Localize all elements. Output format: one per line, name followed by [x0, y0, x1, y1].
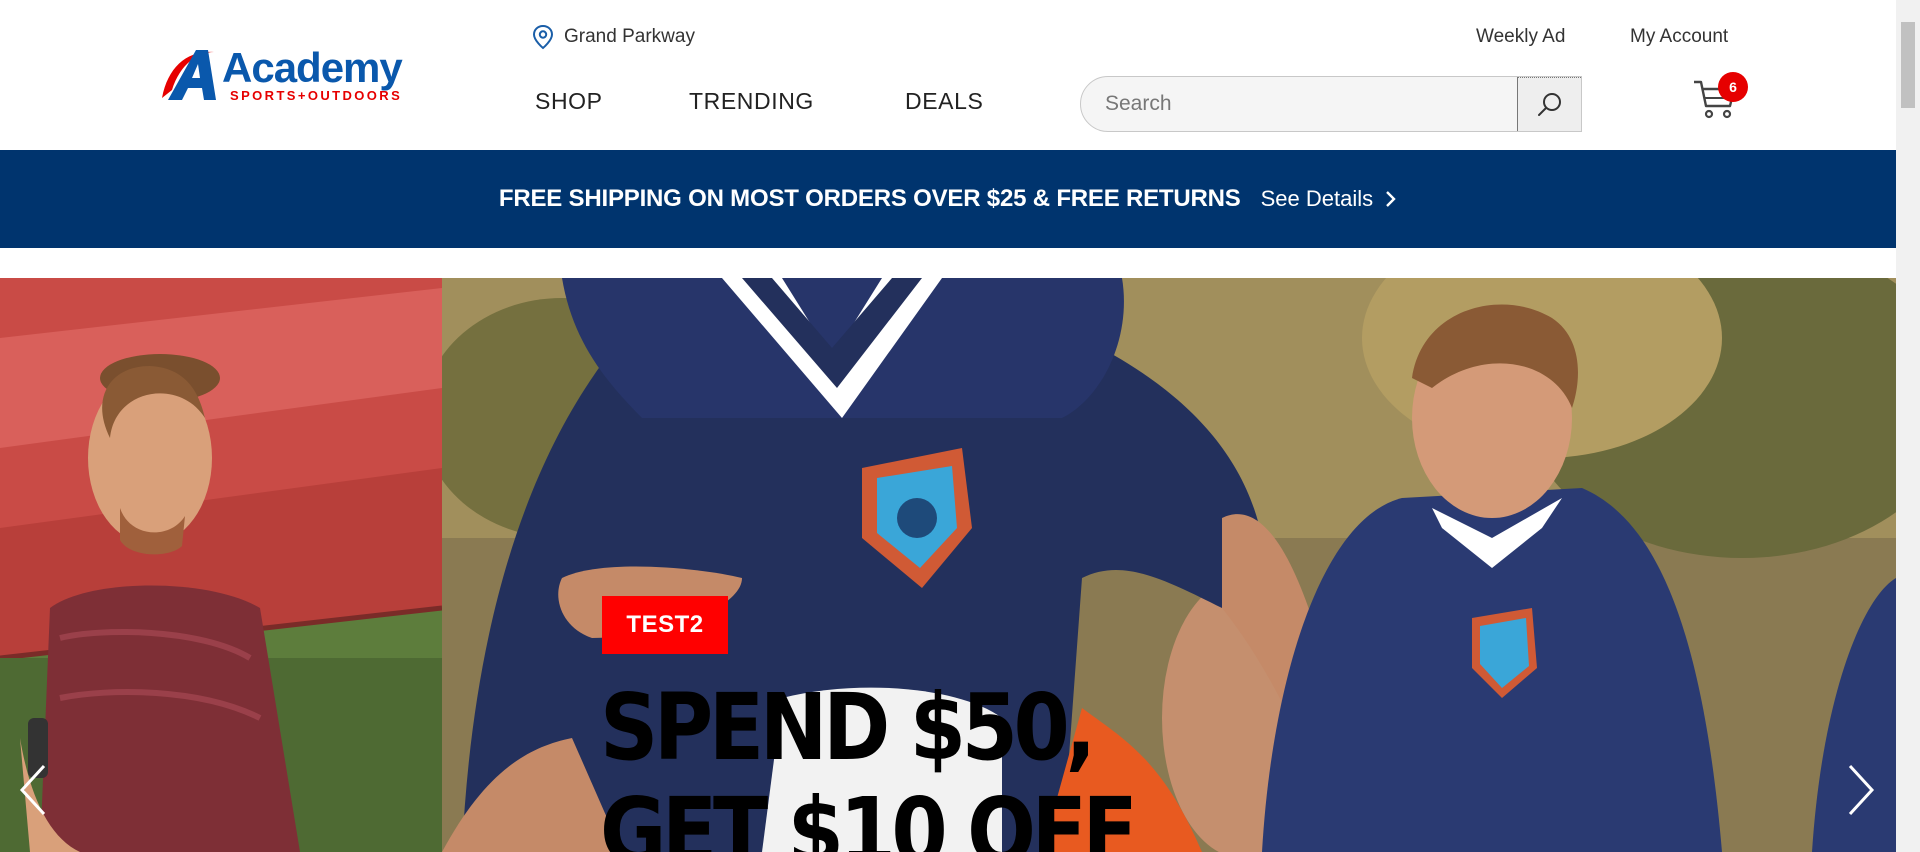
- site-header: Academy SPORTS+OUTDOORS Grand Parkway We…: [0, 0, 1896, 150]
- search-bar: [1080, 76, 1582, 132]
- nav-trending[interactable]: TRENDING: [689, 88, 814, 115]
- store-location[interactable]: Grand Parkway: [532, 24, 695, 50]
- see-details-label: See Details: [1260, 186, 1374, 211]
- promo-banner: FREE SHIPPING ON MOST ORDERS OVER $25 & …: [0, 150, 1896, 248]
- promo-headline: SPEND $50, GET $10 OFF: [600, 674, 1138, 852]
- page-scrollbar[interactable]: [1896, 0, 1920, 852]
- academy-logo[interactable]: Academy SPORTS+OUTDOORS: [158, 44, 464, 108]
- scrollbar-thumb[interactable]: [1901, 22, 1915, 108]
- chevron-right-icon: [1386, 191, 1396, 207]
- my-account-link[interactable]: My Account: [1630, 26, 1728, 48]
- promo-banner-text: FREE SHIPPING ON MOST ORDERS OVER $25 & …: [498, 185, 1241, 212]
- promo-tag: TEST2: [602, 596, 728, 654]
- carousel-next-icon: [1848, 764, 1875, 816]
- carousel-prev-icon: [19, 764, 46, 816]
- search-button[interactable]: [1517, 77, 1581, 131]
- nav-deals[interactable]: DEALS: [905, 88, 983, 115]
- location-pin-icon: [532, 24, 554, 50]
- logo-wordmark: Academy: [222, 44, 403, 91]
- hero-carousel: TEST2 SPEND $50, GET $10 OFF: [0, 278, 1896, 852]
- cart-count-badge: 6: [1718, 72, 1748, 102]
- see-details-link[interactable]: See Details: [1261, 186, 1398, 212]
- search-icon: [1537, 92, 1561, 116]
- store-location-label: Grand Parkway: [564, 26, 695, 47]
- search-input[interactable]: [1081, 77, 1516, 131]
- logo-tagline: SPORTS+OUTDOORS: [230, 88, 402, 103]
- carousel-prev-slide[interactable]: [0, 278, 442, 852]
- tailgate-photo: [0, 278, 442, 852]
- weekly-ad-link[interactable]: Weekly Ad: [1476, 26, 1565, 48]
- carousel-prev-button[interactable]: [14, 762, 54, 818]
- nav-shop[interactable]: SHOP: [535, 88, 603, 115]
- carousel-next-button[interactable]: [1840, 762, 1880, 818]
